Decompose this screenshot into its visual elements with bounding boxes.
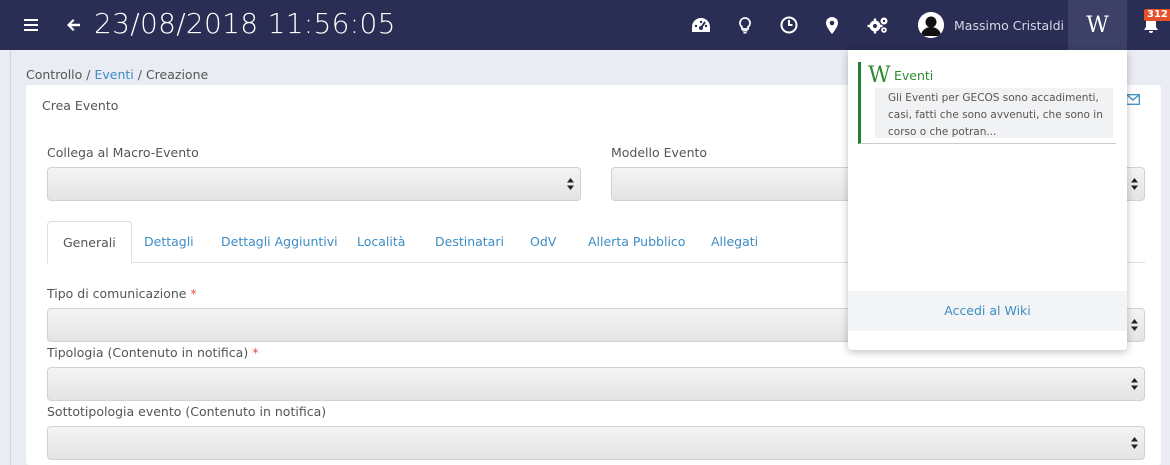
clock-icon[interactable] [778,0,800,50]
wiki-item-title: Eventi [894,68,934,83]
select-arrows-icon [1131,378,1138,390]
current-datetime: 23/08/2018 11:56:05 [94,7,396,40]
tab-odv[interactable]: OdV [530,221,556,263]
wiki-item-description: Gli Eventi per GECOS sono accadimenti, c… [875,88,1113,138]
select-arrows-icon [1131,437,1138,449]
panel-title: Crea Evento [42,98,119,113]
cogs-icon[interactable] [864,0,892,50]
select-arrows-icon [1131,319,1138,331]
lightbulb-icon[interactable] [734,0,756,50]
macro-event-select[interactable] [47,167,581,201]
wikipedia-icon: W [868,63,891,88]
wiki-dropdown: W Eventi Gli Eventi per GECOS sono accad… [848,50,1127,350]
breadcrumb-separator: / [82,67,95,82]
model-event-label: Modello Evento [611,145,708,160]
user-avatar-icon [918,12,944,38]
required-mark: * [252,345,259,360]
tab-dettagli[interactable]: Dettagli [144,221,194,263]
subtypology-select[interactable] [47,426,1145,460]
tab-destinatari[interactable]: Destinatari [435,221,504,263]
required-mark: * [190,286,197,301]
comm-type-label-text: Tipo di comunicazione [47,286,187,301]
sidebar-edge [0,50,11,465]
dashboard-icon[interactable] [688,0,714,50]
breadcrumb-current: Creazione [145,67,209,82]
typology-label: Tipologia (Contenuto in notifica) * [47,345,258,360]
breadcrumb-separator: / [133,67,146,82]
tab-localita[interactable]: Località [357,221,405,263]
wiki-item-eventi[interactable]: W Eventi Gli Eventi per GECOS sono accad… [858,62,1116,144]
user-menu[interactable]: Massimo Cristaldi [918,0,1064,50]
map-marker-icon[interactable] [822,0,842,50]
back-arrow-icon[interactable] [60,0,86,50]
tab-allerta-pubblico[interactable]: Allerta Pubblico [588,221,685,263]
tab-generali[interactable]: Generali [47,221,132,264]
comm-type-label: Tipo di comunicazione * [47,286,197,301]
select-arrows-icon [1131,178,1138,190]
typology-select[interactable] [47,367,1145,401]
macro-event-label: Collega al Macro-Evento [47,145,199,160]
tab-dettagli-aggiuntivi[interactable]: Dettagli Aggiuntivi [221,221,338,263]
user-name: Massimo Cristaldi [954,17,1065,33]
notifications-count-badge: 312 [1144,9,1170,21]
typology-label-text: Tipologia (Contenuto in notifica) [47,345,249,360]
subtypology-label: Sottotipologia evento (Contenuto in noti… [47,404,327,419]
notifications-button[interactable]: 312 [1133,0,1170,50]
wikipedia-icon[interactable]: W [1068,0,1127,50]
wiki-access-link[interactable]: Accedi al Wiki [848,291,1127,331]
breadcrumb-root: Controllo [26,67,83,82]
breadcrumb-link-eventi[interactable]: Eventi [94,67,133,82]
envelope-icon[interactable] [1126,90,1140,109]
breadcrumb: Controllo / Eventi / Creazione [26,67,208,82]
select-arrows-icon [567,178,574,190]
tab-allegati[interactable]: Allegati [711,221,758,263]
menu-icon[interactable] [16,0,46,50]
top-navbar: 23/08/2018 11:56:05 Massimo Cristaldi W … [0,0,1170,50]
